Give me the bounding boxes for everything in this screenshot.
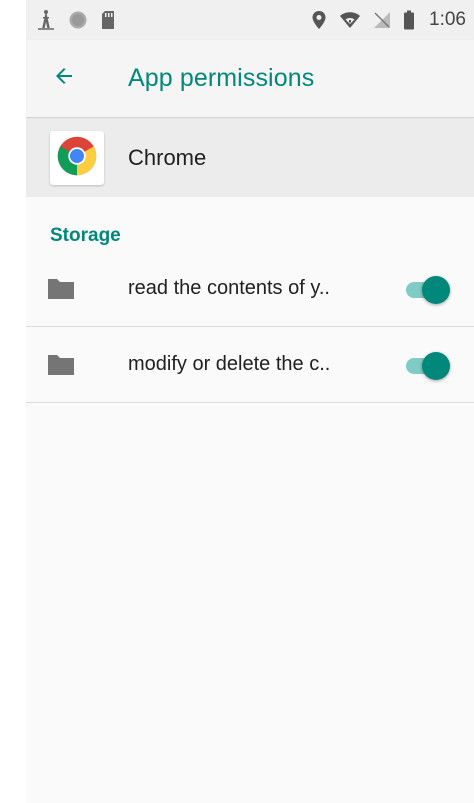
chrome-logo-icon [56,135,98,182]
permission-row-modify[interactable]: modify or delete the c.. [26,327,474,403]
wifi-icon [339,11,361,29]
toggle-thumb [422,276,450,304]
app-bar: App permissions [26,40,474,118]
location-pin-icon [311,10,327,30]
no-sim-icon [373,11,391,29]
toggle-thumb [422,352,450,380]
circle-notification-icon [68,10,88,30]
permission-toggle[interactable] [404,351,454,380]
app-header: Chrome [26,119,474,197]
arrow-back-icon [52,64,76,93]
sd-card-icon [100,10,116,30]
page-title: App permissions [128,64,315,92]
status-bar-left [36,9,116,31]
status-bar: 1:06 [26,0,474,40]
section-header-storage: Storage [50,225,121,246]
app-name: Chrome [128,145,207,170]
status-bar-right: 1:06 [311,9,466,31]
app-icon [50,131,104,185]
permission-toggle[interactable] [404,275,454,304]
radio-tower-icon [36,9,56,31]
folder-icon [46,353,76,377]
back-button[interactable] [40,55,88,103]
battery-icon [403,10,415,30]
folder-icon [46,277,76,301]
permission-label: read the contents of y.. [128,277,330,299]
permission-label: modify or delete the c.. [128,353,331,375]
status-time: 1:06 [429,9,466,30]
screen: 1:06 App permissions Chrome Storage read… [26,0,474,803]
permission-row-read[interactable]: read the contents of y.. [26,251,474,327]
